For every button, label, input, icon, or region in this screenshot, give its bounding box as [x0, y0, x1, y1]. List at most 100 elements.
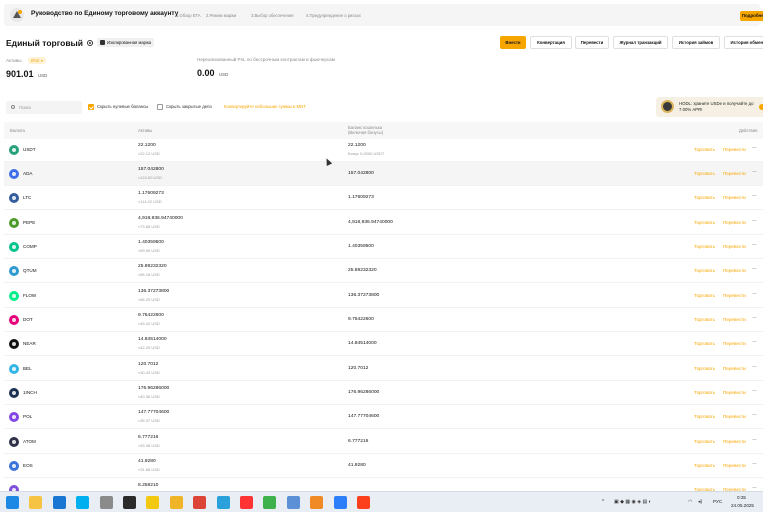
transfer-link[interactable]: Перевести — [723, 366, 746, 371]
coin-symbol: COMP — [23, 244, 37, 249]
folder-icon[interactable] — [170, 496, 183, 509]
trade-link[interactable]: Торговать — [694, 439, 715, 444]
gallery-icon[interactable] — [263, 496, 276, 509]
more-icon[interactable]: ··· — [752, 461, 757, 467]
app-icon[interactable] — [334, 496, 347, 509]
guide-step-3[interactable]: 3.Выбор обеспечения — [251, 13, 294, 18]
table-row[interactable]: NEAR 14.84514000 ≈42.29 USD 14.84514000 Торг… — [4, 332, 763, 356]
hide-zero-checkbox[interactable] — [88, 104, 94, 110]
more-icon[interactable]: ··· — [752, 315, 757, 321]
trade-link[interactable]: Торговать — [694, 244, 715, 249]
more-icon[interactable]: ··· — [752, 291, 757, 297]
transfer-link[interactable]: Перевести — [723, 244, 746, 249]
transaction-log-button[interactable]: Журнал транзакций — [613, 36, 668, 49]
more-icon[interactable]: ··· — [752, 145, 757, 151]
promo-banner[interactable]: HODL: храните USDe и получайте до 7.00% … — [656, 97, 763, 117]
table-row[interactable]: COMP 1.40359500 ≈59.90 USD 1.40359500 Торгов… — [4, 235, 763, 259]
trade-link[interactable]: Торговать — [694, 220, 715, 225]
more-icon[interactable]: ··· — [752, 218, 757, 224]
store-icon[interactable] — [123, 496, 136, 509]
more-icon[interactable]: ··· — [752, 193, 757, 199]
guide-step-4[interactable]: 4.Предупреждение о рисках — [306, 13, 361, 18]
table-row[interactable]: 1INCH 176.96286000 ≈40.36 USD 176.96286000 Т… — [4, 381, 763, 405]
clock-time[interactable]: 0:35 — [737, 495, 746, 500]
isolated-margin-button[interactable]: Изолированная маржа — [97, 38, 155, 47]
clock-date[interactable]: 24.05.2025 — [731, 503, 754, 508]
yandex-icon[interactable] — [240, 496, 253, 509]
guide-step-1[interactable]: 1.Обзор ETA — [176, 13, 201, 18]
assets-badge[interactable]: Итог ▾ — [28, 57, 47, 64]
more-icon[interactable]: ··· — [752, 266, 757, 272]
more-icon[interactable]: ··· — [752, 364, 757, 370]
table-row[interactable]: EOS 41.9280 ≈31.68 USD 41.9280 Торговать Пере… — [4, 454, 763, 478]
deposit-button[interactable]: Внести — [500, 36, 526, 49]
more-icon[interactable]: ··· — [752, 169, 757, 175]
convert-button[interactable]: Конвертация — [530, 36, 572, 49]
chrome-icon[interactable] — [193, 496, 206, 509]
telegram-icon[interactable] — [217, 496, 230, 509]
pen-icon[interactable] — [100, 496, 113, 509]
transfer-link[interactable]: Перевести — [723, 414, 746, 419]
transfer-link[interactable]: Перевести — [723, 341, 746, 346]
convert-small-balances-link[interactable]: Конвертируйте небольшие суммы в MNT — [224, 104, 306, 109]
transfer-button[interactable]: Перевести — [575, 36, 609, 49]
yandex-browser-icon[interactable] — [357, 496, 370, 509]
trade-link[interactable]: Торговать — [694, 195, 715, 200]
trade-link[interactable]: Торговать — [694, 268, 715, 273]
mail-icon[interactable] — [53, 496, 66, 509]
sticky-notes-icon[interactable] — [146, 496, 159, 509]
more-icon[interactable]: ··· — [752, 339, 757, 345]
eye-icon[interactable] — [87, 40, 93, 46]
transfer-link[interactable]: Перевести — [723, 268, 746, 273]
tray-icons[interactable]: ▣ ◆ ▦ ◉ ◈ ▤ ◐ — [614, 499, 652, 505]
skype-icon[interactable] — [76, 496, 89, 509]
trade-link[interactable]: Торговать — [694, 341, 715, 346]
volume-icon[interactable]: ◂) — [698, 499, 702, 505]
photos-icon[interactable] — [287, 496, 300, 509]
table-row[interactable]: FLOW 136.37273800 ≈56.25 USD 136.37273800 То… — [4, 284, 763, 308]
table-row[interactable]: BEL 120.7012 ≈30.43 USD 120.7012 Торговать Пе… — [4, 357, 763, 381]
trade-link[interactable]: Торговать — [694, 293, 715, 298]
network-icon[interactable]: ◠ — [688, 499, 692, 505]
trade-link[interactable]: Торговать — [694, 390, 715, 395]
hide-closed-checkbox[interactable] — [157, 104, 163, 110]
more-icon[interactable]: ··· — [752, 388, 757, 394]
transfer-link[interactable]: Перевести — [723, 171, 746, 176]
trade-link[interactable]: Торговать — [694, 463, 715, 468]
trade-link[interactable]: Торговать — [694, 147, 715, 152]
search-input[interactable]: Поиск — [6, 101, 82, 114]
transfer-link[interactable]: Перевести — [723, 293, 746, 298]
media-icon[interactable] — [310, 496, 323, 509]
trade-link[interactable]: Торговать — [694, 414, 715, 419]
transfer-link[interactable]: Перевести — [723, 439, 746, 444]
transfer-link[interactable]: Перевести — [723, 195, 746, 200]
transfer-link[interactable]: Перевести — [723, 463, 746, 468]
transfer-link[interactable]: Перевести — [723, 147, 746, 152]
more-icon[interactable]: ··· — [752, 437, 757, 443]
loan-history-button[interactable]: История займов — [672, 36, 720, 49]
more-icon[interactable]: ··· — [752, 412, 757, 418]
guide-more-button[interactable]: Подробнее — [740, 11, 763, 21]
transfer-link[interactable]: Перевести — [723, 317, 746, 322]
table-row[interactable]: USDT 22.1200 ≈22.12 USD 22.1200 Бонус 0.0000… — [4, 138, 763, 162]
table-row[interactable]: POL 147.77704600 ≈35.37 USD 147.77704600 Тор… — [4, 405, 763, 429]
tray-chevron-icon[interactable]: ^ — [602, 499, 604, 505]
exchange-history-button[interactable]: История обмена — [724, 36, 763, 49]
table-row[interactable]: QTUM 25.89232320 ≈55.16 USD 25.89232320 Торг… — [4, 259, 763, 283]
file-explorer-icon[interactable] — [29, 496, 42, 509]
table-row[interactable]: PEPE 4,918,936.94740000 ≈73.68 USD 4,918,93… — [4, 211, 763, 235]
more-icon[interactable]: ··· — [752, 242, 757, 248]
table-row[interactable]: ADA 157.042800 ≈124.60 USD 157.042800 Торгов… — [4, 162, 763, 186]
transfer-link[interactable]: Перевести — [723, 390, 746, 395]
table-row[interactable]: LTC 1.17609273 ≈114.22 USD 1.17609273 Торгов… — [4, 186, 763, 210]
guide-step-2[interactable]: 2.Режим маржи — [206, 13, 236, 18]
windows-start-icon[interactable] — [6, 496, 19, 509]
transfer-link[interactable]: Перевести — [723, 220, 746, 225]
asset-amount: 6.777216 — [138, 435, 159, 440]
table-row[interactable]: DOT 9.76422600 ≈45.42 USD 9.76422600 Торгова… — [4, 308, 763, 332]
trade-link[interactable]: Торговать — [694, 366, 715, 371]
table-row[interactable]: ATOM 6.777216 ≈33.38 USD 6.777216 Торговать П… — [4, 430, 763, 454]
trade-link[interactable]: Торговать — [694, 171, 715, 176]
trade-link[interactable]: Торговать — [694, 317, 715, 322]
language-indicator[interactable]: РУС — [713, 499, 722, 504]
